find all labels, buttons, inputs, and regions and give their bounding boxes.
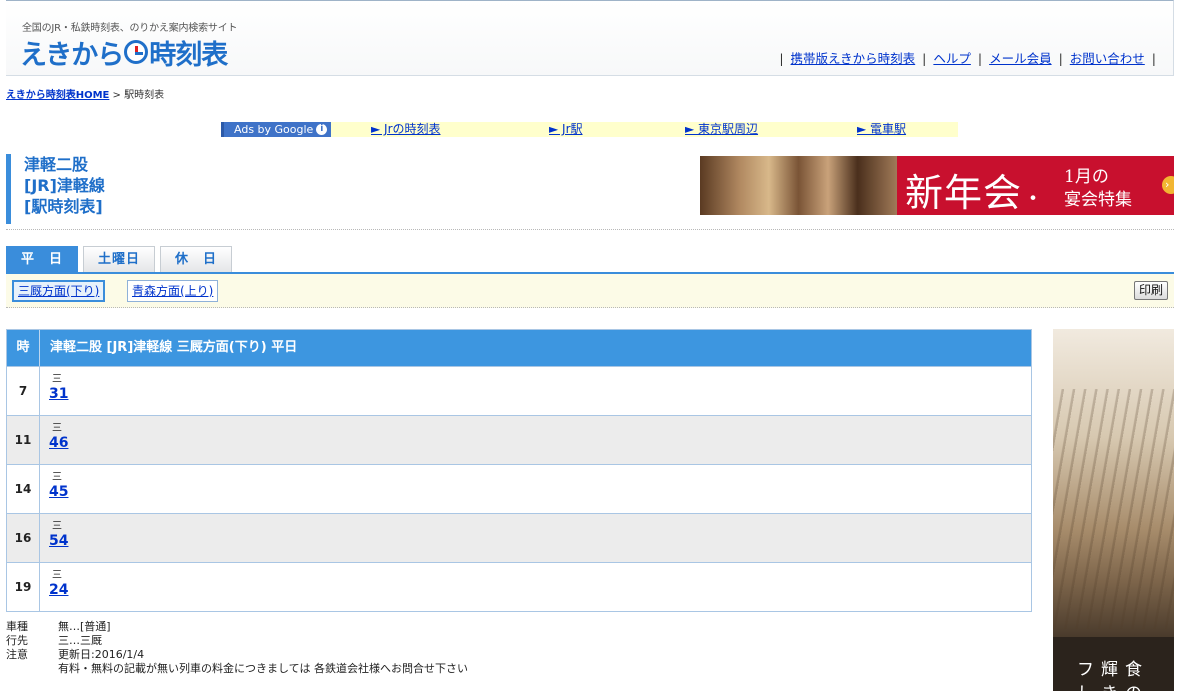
ads-by-google-badge[interactable]: Ads by Google i (221, 122, 331, 137)
info-icon[interactable]: i (316, 124, 328, 135)
new-year-party-banner[interactable]: 新年会・ 1月の 宴会特集 › (700, 156, 1174, 215)
ad-link-train-station[interactable]: ► 電車駅 (857, 122, 906, 137)
table-row: 16 三 54 (7, 513, 1031, 562)
mail-member-link[interactable]: メール会員 (989, 51, 1052, 66)
direction-mimaya-button[interactable]: 三厩方面(下り) (12, 280, 106, 302)
direction-aomori-button[interactable]: 青森方面(上り) (127, 280, 219, 302)
ad-link-jr-station[interactable]: ► Jr駅 (549, 122, 583, 137)
destination-mark: 三 (52, 570, 62, 581)
mobile-version-link[interactable]: 携帯版えきから時刻表 (791, 51, 916, 66)
help-link[interactable]: ヘルプ (933, 51, 971, 66)
hour-column-header: 時 (7, 330, 40, 366)
arrow-right-icon[interactable]: › (1162, 176, 1174, 194)
timetable-legend: 車種 無…[普通] 行先 三…三厩 注意 更新日:2016/1/4 有料・無料の… (6, 620, 468, 676)
departure-minute-link[interactable]: 46 (49, 434, 68, 452)
departure-minute-link[interactable]: 54 (49, 532, 68, 550)
hour-cell: 11 (7, 416, 40, 464)
side-ad-image (1053, 389, 1174, 629)
tab-weekday[interactable]: 平 日 (6, 246, 78, 272)
print-button[interactable]: 印刷 (1133, 281, 1168, 300)
timetable-title: 津軽二股 [JR]津軽線 三厩方面(下り) 平日 (50, 340, 298, 355)
site-logo[interactable]: えきから 時刻表 (20, 35, 228, 71)
departure-minute-link[interactable]: 45 (49, 483, 68, 501)
logo-text-post: 時刻表 (149, 39, 228, 71)
ad-links-row: Ads by Google i ► Jrの時刻表 ► Jr駅 ► 東京駅周辺 ►… (221, 122, 958, 137)
ad-link-tokyo-station[interactable]: ► 東京駅周辺 (685, 122, 758, 137)
hour-cell: 7 (7, 367, 40, 415)
contact-link[interactable]: お問い合わせ (1070, 51, 1145, 66)
side-ad-text-2: しきの (1077, 679, 1149, 691)
departure: 三 54 (40, 514, 68, 562)
legend-value: 更新日:2016/1/4 (58, 648, 145, 661)
line-name: [JR]津軽線 (24, 176, 105, 195)
hour-cell: 14 (7, 465, 40, 513)
banner-sub1: 1月の (1064, 167, 1109, 187)
header-nav: | 携帯版えきから時刻表 | ヘルプ | メール会員 | お問い合わせ | (779, 51, 1156, 66)
destination-mark: 三 (52, 521, 62, 532)
site-header: 全国のJR・私鉄時刻表、のりかえ案内検索サイト えきから 時刻表 | 携帯版えき… (6, 0, 1174, 76)
table-row: 19 三 24 (7, 562, 1031, 611)
timetable-header: 時 津軽二股 [JR]津軽線 三厩方面(下り) 平日 (7, 330, 1031, 366)
legend-key: 車種 (6, 620, 28, 633)
hour-cell: 16 (7, 514, 40, 562)
legend-key: 行先 (6, 634, 28, 647)
side-ad-text-1: フ輝食 (1077, 660, 1149, 680)
divider (6, 229, 1174, 230)
breadcrumb-separator: > (112, 90, 121, 101)
station-name: 津軽二股 (24, 155, 89, 174)
ad-link-jr-timetable[interactable]: ► Jrの時刻表 (371, 122, 441, 137)
legend-row-type: 車種 無…[普通] (6, 620, 468, 634)
departure: 三 24 (40, 563, 68, 611)
destination-mark: 三 (52, 423, 62, 434)
legend-row-note-detail: 有料・無料の記載が無い列車の料金につきましては 各鉄道会社様へお問合せ下さい (6, 662, 468, 676)
banner-headline: 新年会・ (905, 171, 1046, 215)
logo-text-pre: えきから (20, 39, 124, 71)
legend-key: 注意 (6, 648, 28, 661)
legend-row-note: 注意 更新日:2016/1/4 (6, 648, 468, 662)
departure: 三 45 (40, 465, 68, 513)
side-ad-banner[interactable]: フ輝食 しきの (1053, 329, 1174, 691)
breadcrumb-home-link[interactable]: えきから時刻表HOME (6, 90, 109, 101)
departure: 三 46 (40, 416, 68, 464)
destination-mark: 三 (52, 472, 62, 483)
tab-holiday[interactable]: 休 日 (160, 246, 232, 272)
departure: 三 31 (40, 367, 68, 415)
legend-row-destination: 行先 三…三厩 (6, 634, 468, 648)
legend-value: 有料・無料の記載が無い列車の料金につきましては 各鉄道会社様へお問合せ下さい (58, 662, 468, 675)
table-row: 11 三 46 (7, 415, 1031, 464)
timetable: 時 津軽二股 [JR]津軽線 三厩方面(下り) 平日 7 三 31 11 三 4… (6, 329, 1032, 612)
breadcrumb-current: 駅時刻表 (124, 90, 165, 101)
legend-value: 無…[普通] (58, 620, 111, 633)
page-type: [駅時刻表] (24, 197, 103, 216)
clock-icon (124, 40, 149, 64)
ads-badge-label: Ads by Google (234, 123, 314, 136)
departure-minute-link[interactable]: 31 (49, 385, 68, 403)
legend-value: 三…三厩 (58, 634, 102, 647)
direction-bar: 三厩方面(下り) 青森方面(上り) 印刷 (6, 274, 1174, 308)
hour-cell: 19 (7, 563, 40, 611)
station-title: 津軽二股 [JR]津軽線 [駅時刻表] (6, 154, 686, 224)
tab-saturday[interactable]: 土曜日 (83, 246, 155, 272)
ad-links: ► Jrの時刻表 ► Jr駅 ► 東京駅周辺 ► 電車駅 (331, 122, 958, 137)
breadcrumb: えきから時刻表HOME > 駅時刻表 (6, 86, 164, 101)
table-row: 14 三 45 (7, 464, 1031, 513)
table-row: 7 三 31 (7, 366, 1031, 415)
destination-mark: 三 (52, 374, 62, 385)
banner-photo (700, 156, 897, 215)
day-tabs: 平 日 土曜日 休 日 (6, 246, 237, 272)
departure-minute-link[interactable]: 24 (49, 581, 68, 599)
banner-sub2: 宴会特集 (1064, 190, 1132, 210)
